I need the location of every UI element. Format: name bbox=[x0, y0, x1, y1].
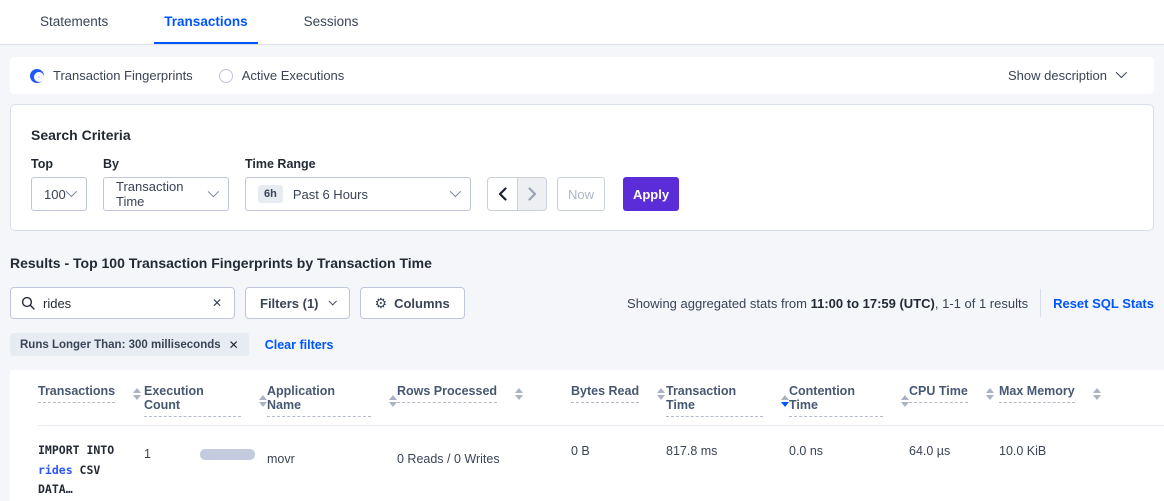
column-header-transaction-time: Transaction Time bbox=[666, 384, 789, 417]
sort-icon[interactable] bbox=[133, 388, 141, 400]
remove-filter-icon[interactable]: ✕ bbox=[229, 338, 239, 352]
radio-label: Transaction Fingerprints bbox=[53, 68, 193, 83]
time-range-select[interactable]: 6h Past 6 Hours bbox=[245, 177, 471, 211]
filters-button[interactable]: Filters (1) bbox=[245, 287, 350, 319]
rows-processed-cell: 0 Reads / 0 Writes bbox=[397, 441, 571, 466]
sort-icon[interactable] bbox=[515, 388, 523, 400]
table-header-row: Transactions Execution Count Application… bbox=[38, 384, 1164, 426]
column-header-rows-processed: Rows Processed bbox=[397, 384, 571, 403]
filter-chip[interactable]: Runs Longer Than: 300 milliseconds ✕ bbox=[10, 333, 249, 356]
bytes-read-cell: 0 B bbox=[571, 441, 666, 458]
column-header-application-name: Application Name bbox=[267, 384, 397, 417]
show-description-toggle[interactable]: Show description bbox=[1008, 68, 1124, 83]
transaction-time-cell: 817.8 ms bbox=[666, 441, 789, 463]
now-button[interactable]: Now bbox=[557, 177, 605, 211]
results-table: Transactions Execution Count Application… bbox=[10, 370, 1164, 501]
top-label: Top bbox=[31, 157, 87, 171]
results-toolbar: ✕ Filters (1) ⚙ Columns Showing aggregat… bbox=[10, 287, 1154, 319]
time-range-label: Time Range bbox=[245, 157, 471, 171]
chevron-down-icon bbox=[328, 297, 336, 305]
column-header-cpu-time: CPU Time bbox=[909, 384, 999, 403]
tab-statements[interactable]: Statements bbox=[30, 0, 118, 44]
column-header-contention-time: Contention Time bbox=[789, 384, 909, 417]
by-label: By bbox=[103, 157, 229, 171]
chevron-down-icon bbox=[450, 185, 461, 196]
application-name-cell: movr bbox=[267, 441, 397, 466]
top-tab-bar: Statements Transactions Sessions bbox=[0, 0, 1164, 45]
radio-unselected-icon[interactable] bbox=[219, 69, 233, 83]
max-memory-cell: 10.0 KiB bbox=[999, 441, 1149, 463]
top-select[interactable]: 100 bbox=[31, 177, 87, 211]
results-search-box[interactable]: ✕ bbox=[10, 287, 235, 319]
cpu-time-cell: 64.0 µs bbox=[909, 441, 999, 463]
filter-chip-label: Runs Longer Than: 300 milliseconds bbox=[20, 339, 221, 351]
by-field: By Transaction Time bbox=[103, 157, 229, 211]
sort-icon[interactable] bbox=[657, 388, 665, 400]
time-range-value: Past 6 Hours bbox=[293, 187, 368, 202]
search-input[interactable] bbox=[43, 296, 210, 311]
radio-transaction-fingerprints[interactable]: Transaction Fingerprints bbox=[30, 68, 193, 83]
clear-search-icon[interactable]: ✕ bbox=[210, 296, 224, 310]
sort-icon[interactable] bbox=[259, 395, 267, 407]
column-header-max-memory: Max Memory bbox=[999, 384, 1149, 403]
results-heading: Results - Top 100 Transaction Fingerprin… bbox=[10, 255, 1154, 271]
radio-active-executions[interactable]: Active Executions bbox=[219, 68, 345, 83]
stats-time-range: 11:00 to 17:59 (UTC) bbox=[811, 296, 935, 311]
by-select-value: Transaction Time bbox=[116, 179, 208, 209]
reset-sql-stats-link[interactable]: Reset SQL Stats bbox=[1053, 296, 1154, 311]
column-header-transactions: Transactions bbox=[38, 384, 144, 403]
search-criteria-title: Search Criteria bbox=[31, 127, 1133, 143]
view-toggle-row: Transaction Fingerprints Active Executio… bbox=[10, 57, 1154, 94]
active-filters-row: Runs Longer Than: 300 milliseconds ✕ Cle… bbox=[10, 333, 1154, 356]
tab-transactions[interactable]: Transactions bbox=[154, 0, 257, 44]
execution-count-cell: 1 bbox=[144, 441, 267, 461]
search-icon bbox=[21, 296, 35, 310]
sort-desc-icon[interactable] bbox=[781, 395, 789, 407]
search-criteria-card: Search Criteria Top 100 By Transaction T… bbox=[10, 104, 1154, 231]
sort-icon[interactable] bbox=[901, 395, 909, 407]
sort-icon[interactable] bbox=[1093, 388, 1101, 400]
column-header-bytes-read: Bytes Read bbox=[571, 384, 666, 403]
clear-filters-link[interactable]: Clear filters bbox=[265, 338, 334, 352]
filters-button-label: Filters (1) bbox=[260, 296, 319, 311]
top-select-value: 100 bbox=[44, 187, 66, 202]
chevron-down-icon bbox=[208, 186, 219, 197]
sort-icon[interactable] bbox=[986, 388, 994, 400]
next-time-window-button[interactable] bbox=[517, 178, 546, 210]
show-description-label: Show description bbox=[1008, 68, 1107, 83]
transaction-link[interactable]: rides bbox=[38, 463, 73, 477]
apply-button[interactable]: Apply bbox=[623, 177, 679, 211]
divider bbox=[1040, 289, 1041, 317]
table-row: IMPORT INTO rides CSV DATA… 1 movr 0 Rea… bbox=[38, 426, 1164, 501]
by-select[interactable]: Transaction Time bbox=[103, 177, 229, 211]
chevron-down-icon bbox=[1116, 67, 1127, 78]
columns-button[interactable]: ⚙ Columns bbox=[360, 287, 465, 319]
column-header-execution-count: Execution Count bbox=[144, 384, 267, 417]
time-window-stepper bbox=[487, 177, 547, 211]
chevron-left-icon bbox=[498, 187, 507, 201]
execution-count-bar bbox=[200, 449, 255, 460]
gear-icon: ⚙ bbox=[375, 295, 388, 312]
chevron-down-icon bbox=[66, 185, 77, 196]
sort-icon[interactable] bbox=[389, 395, 397, 407]
radio-label: Active Executions bbox=[242, 68, 345, 83]
chevron-right-icon bbox=[528, 187, 537, 201]
columns-button-label: Columns bbox=[394, 296, 450, 311]
transaction-fingerprint-cell[interactable]: IMPORT INTO rides CSV DATA… bbox=[38, 441, 144, 500]
previous-time-window-button[interactable] bbox=[488, 178, 517, 210]
time-range-badge: 6h bbox=[258, 185, 283, 203]
radio-selected-icon[interactable] bbox=[30, 69, 44, 83]
time-range-field: Time Range 6h Past 6 Hours bbox=[245, 157, 471, 211]
contention-time-cell: 0.0 ns bbox=[789, 441, 909, 458]
tab-sessions[interactable]: Sessions bbox=[294, 0, 369, 44]
aggregated-stats-text: Showing aggregated stats from 11:00 to 1… bbox=[627, 296, 1028, 311]
top-field: Top 100 bbox=[31, 157, 87, 211]
